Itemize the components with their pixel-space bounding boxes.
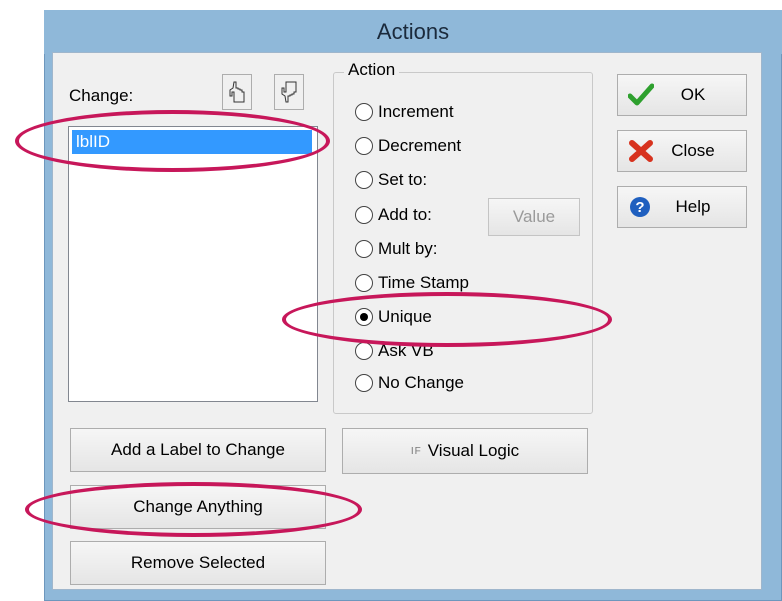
remove-selected-button[interactable]: Remove Selected (70, 541, 326, 585)
radio-indicator[interactable] (355, 206, 373, 224)
help-label: Help (675, 197, 711, 216)
radio-decrement[interactable]: Decrement (355, 136, 461, 156)
radio-increment[interactable]: Increment (355, 102, 454, 122)
radio-add-to[interactable]: Add to: (355, 205, 432, 225)
radio-label: Decrement (378, 136, 462, 155)
svg-text:?: ? (635, 199, 644, 216)
visual-logic-icon: IF (410, 445, 422, 457)
move-down-button[interactable] (274, 74, 304, 110)
ok-label: OK (680, 85, 706, 104)
radio-label: Add to: (378, 205, 432, 224)
radio-label: Mult by: (378, 239, 438, 258)
highlight-ellipse-unique (282, 292, 612, 347)
radio-indicator[interactable] (355, 274, 373, 292)
action-group-legend: Action (344, 60, 400, 80)
value-button[interactable]: Value (488, 198, 580, 236)
radio-no-change[interactable]: No Change (355, 373, 464, 393)
hand-up-icon (229, 81, 245, 103)
help-icon: ? (630, 197, 650, 217)
hand-down-icon (281, 81, 297, 103)
radio-label: Increment (378, 102, 454, 121)
close-label: Close (671, 141, 715, 160)
radio-label: No Change (378, 373, 465, 392)
radio-indicator[interactable] (355, 171, 373, 189)
radio-time-stamp[interactable]: Time Stamp (355, 273, 469, 293)
radio-label: Set to: (378, 170, 428, 189)
radio-indicator[interactable] (355, 103, 373, 121)
highlight-ellipse-list-item (15, 110, 330, 172)
title-bar: Actions (44, 10, 782, 54)
move-up-button[interactable] (222, 74, 252, 110)
radio-indicator[interactable] (355, 137, 373, 155)
close-icon (629, 140, 653, 162)
highlight-ellipse-change-anything (25, 482, 362, 537)
add-label-button[interactable]: Add a Label to Change (70, 428, 326, 472)
visual-logic-label: Visual Logic (427, 441, 520, 460)
visual-logic-button[interactable]: IF Visual Logic (342, 428, 588, 474)
radio-indicator[interactable] (355, 342, 373, 360)
radio-indicator[interactable] (355, 374, 373, 392)
ok-button[interactable]: OK (617, 74, 747, 116)
radio-mult-by[interactable]: Mult by: (355, 239, 438, 259)
checkmark-icon (628, 83, 654, 106)
change-label: Change: (69, 86, 134, 105)
window-title: Actions (376, 19, 450, 44)
radio-indicator[interactable] (355, 240, 373, 258)
help-button[interactable]: ? Help (617, 186, 747, 228)
close-button[interactable]: Close (617, 130, 747, 172)
radio-label: Time Stamp (378, 273, 470, 292)
radio-set-to[interactable]: Set to: (355, 170, 427, 190)
